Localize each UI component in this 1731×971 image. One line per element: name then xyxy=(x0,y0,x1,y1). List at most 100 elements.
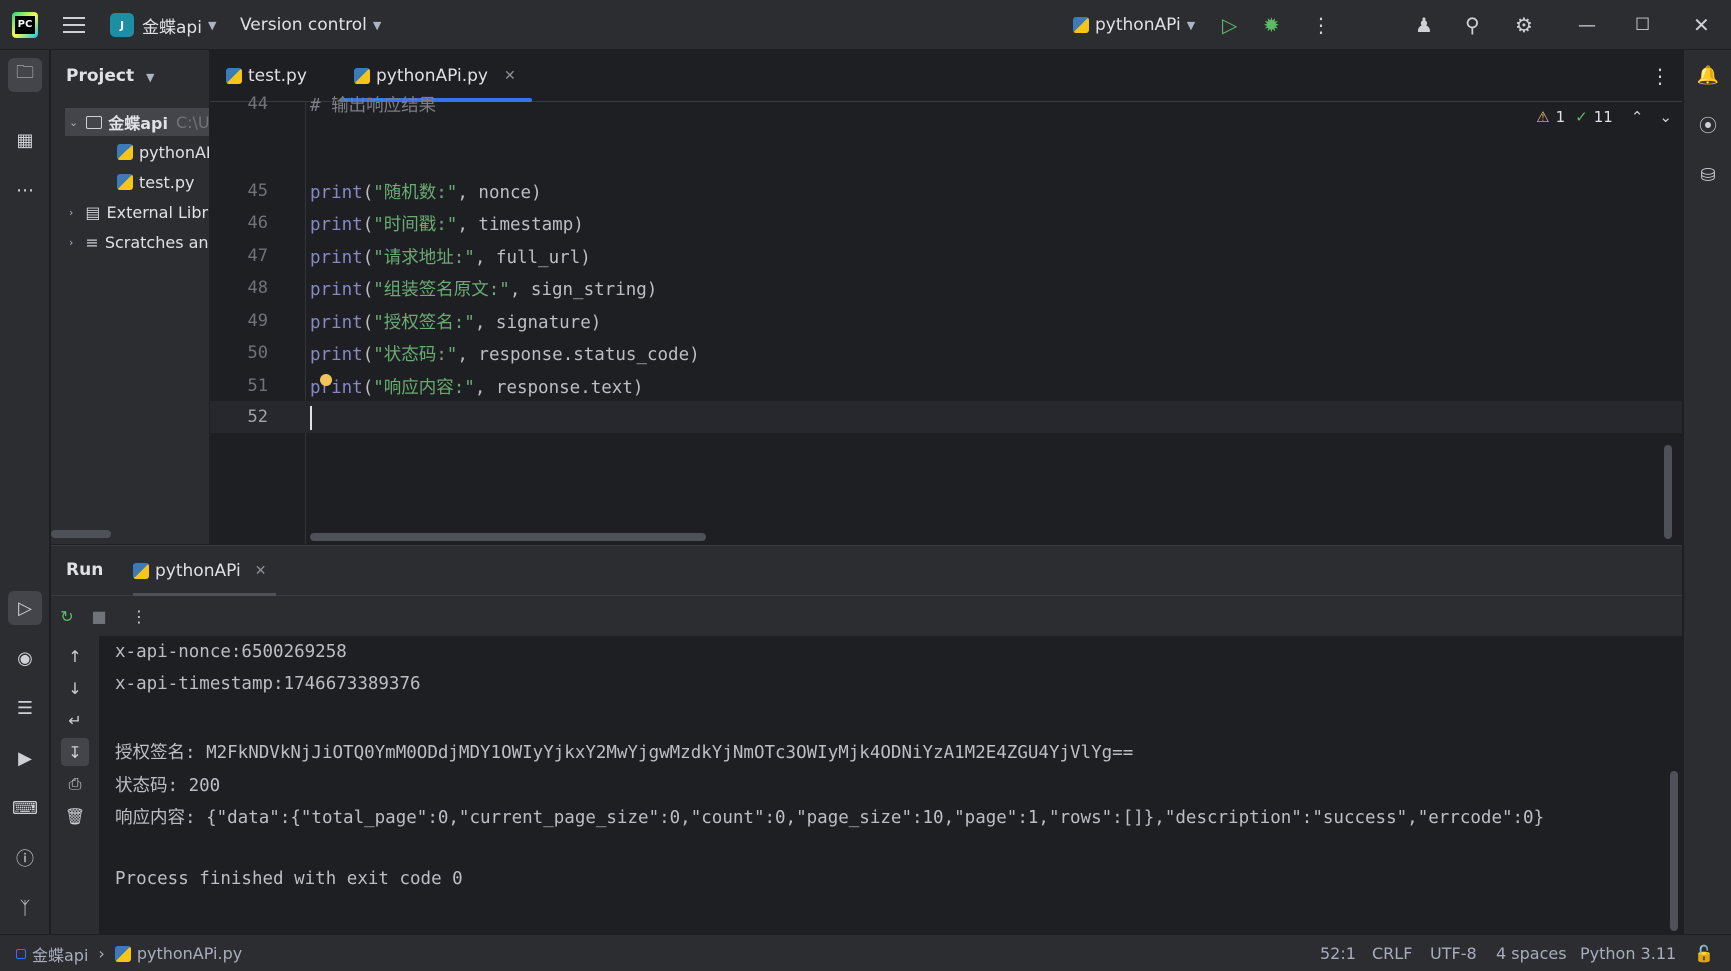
console-scrollbar[interactable] xyxy=(1670,771,1678,931)
tree-item-root[interactable]: ⌄ 金蝶api C:\U xyxy=(65,108,209,136)
file-encoding[interactable]: UTF-8 xyxy=(1430,935,1477,971)
print-button[interactable]: ⎙ xyxy=(61,770,89,798)
app-logo-icon[interactable] xyxy=(12,0,38,50)
lightbulb-icon[interactable] xyxy=(320,374,332,386)
structure-tool-button[interactable]: ▦ xyxy=(8,123,42,157)
rerun-icon: ↻ xyxy=(60,606,74,626)
bell-icon: 🔔 xyxy=(1696,64,1720,86)
project-panel-scrollbar[interactable] xyxy=(51,530,111,538)
clear-console-button[interactable]: 🗑 xyxy=(61,802,89,830)
minimize-icon: — xyxy=(1578,14,1596,36)
chevron-up-icon[interactable]: ⌃ xyxy=(1631,108,1644,126)
indent-setting[interactable]: 4 spaces xyxy=(1496,935,1567,971)
vcs-menu[interactable]: Version control ▼ xyxy=(240,0,381,50)
code-rest: , nonce) xyxy=(457,182,542,203)
terminal-tool-button[interactable]: ⌨ xyxy=(8,791,42,825)
line-number: 48 xyxy=(247,278,268,298)
editor-horizontal-scrollbar[interactable] xyxy=(310,533,706,541)
file-label: pythonAPi.py xyxy=(139,142,209,162)
code-rest: , response.status_code) xyxy=(457,344,700,365)
project-tool-button[interactable]: 🗀 xyxy=(8,58,42,92)
tab-options-button[interactable]: ⋮ xyxy=(1650,50,1670,102)
run-button[interactable]: ▷ xyxy=(1222,0,1237,50)
notifications-button[interactable]: 🔔 xyxy=(1691,58,1725,92)
code-with-me-button[interactable]: ♟ xyxy=(1415,0,1433,50)
wrap-icon: ↵ xyxy=(68,710,82,730)
console-output[interactable]: x-api-nonce:6500269258 x-api-timestamp:1… xyxy=(99,636,1674,935)
project-switcher[interactable]: J 金蝶api ▼ xyxy=(110,0,216,50)
close-icon: ✕ xyxy=(1693,13,1710,37)
layers-icon: ☰ xyxy=(16,697,34,719)
tree-item-file[interactable]: pythonAPi.py xyxy=(117,138,209,166)
python-interpreter[interactable]: Python 3.11 xyxy=(1580,935,1676,971)
close-window-button[interactable]: ✕ xyxy=(1693,0,1710,50)
database-button[interactable]: ⛁ xyxy=(1691,158,1725,192)
inspection-widget[interactable]: ⚠ 1 ✓ 11 ⌃ ⌄ xyxy=(1536,108,1672,126)
builtin-print: print xyxy=(310,312,363,333)
external-libraries-label: External Libraries xyxy=(106,202,209,222)
run-tool-button[interactable]: ▷ xyxy=(8,591,42,625)
maximize-button[interactable]: ☐ xyxy=(1635,0,1650,50)
python-file-icon xyxy=(117,144,133,160)
breadcrumb-file[interactable]: pythonAPi.py xyxy=(137,944,242,963)
console-line: x-api-nonce:6500269258 xyxy=(115,642,347,662)
hamburger-icon xyxy=(63,17,85,33)
python-icon xyxy=(133,563,149,579)
scroll-up-button[interactable]: ↑ xyxy=(61,642,89,670)
trash-icon: 🗑 xyxy=(64,806,86,826)
run-panel-title: Run xyxy=(66,560,104,580)
run-panel: Run pythonAPi ✕ ↻ ■ ⋮ ↑ ↓ ↵ ↧ ⎙ 🗑 x-api-… xyxy=(51,545,1682,935)
tree-item-scratches[interactable]: › ≡ Scratches and Consoles xyxy=(69,228,209,256)
main-menu-button[interactable] xyxy=(63,0,85,50)
python-console-tool-button[interactable]: ◉ xyxy=(8,641,42,675)
line-separator[interactable]: CRLF xyxy=(1372,935,1412,971)
python-file-icon xyxy=(117,174,133,190)
git-tool-button[interactable]: ᛉ xyxy=(8,891,42,925)
chevron-down-icon: ▼ xyxy=(146,71,155,84)
scroll-to-end-button[interactable]: ↧ xyxy=(61,738,89,766)
caret-position[interactable]: 52:1 xyxy=(1320,935,1356,971)
breadcrumb-project[interactable]: 金蝶api xyxy=(32,942,88,966)
builtin-print: print xyxy=(310,182,363,203)
tree-item-external-libraries[interactable]: › ▤ External Libraries xyxy=(69,198,209,226)
rerun-button[interactable]: ↻ xyxy=(55,604,79,628)
close-icon[interactable]: ✕ xyxy=(504,68,516,84)
run-config-selector[interactable]: pythonAPi ▼ xyxy=(1073,0,1195,50)
string-literal: "响应内容:" xyxy=(373,377,475,398)
stop-button[interactable]: ■ xyxy=(87,604,111,628)
ai-assistant-button[interactable]: ⦿ xyxy=(1691,108,1725,142)
more-actions-button[interactable]: ⋮ xyxy=(1311,0,1331,50)
more-tools-button[interactable]: ⋯ xyxy=(8,173,42,207)
settings-button[interactable]: ⚙ xyxy=(1515,0,1533,50)
current-line-highlight xyxy=(210,401,1682,433)
folder-icon: 🗀 xyxy=(16,62,34,83)
printer-icon: ⎙ xyxy=(68,774,82,793)
services-tool-button[interactable]: ▶ xyxy=(8,741,42,775)
string-literal: "授权签名:" xyxy=(373,312,475,333)
editor-vertical-scrollbar[interactable] xyxy=(1664,445,1672,539)
problems-tool-button[interactable]: ⓘ xyxy=(8,841,42,875)
python-packages-tool-button[interactable]: ☰ xyxy=(8,691,42,725)
soft-wrap-button[interactable]: ↵ xyxy=(61,706,89,734)
chevron-down-icon[interactable]: ⌄ xyxy=(1659,108,1672,126)
builtin-print: print xyxy=(310,214,363,235)
close-icon[interactable]: ✕ xyxy=(255,563,267,579)
console-line: x-api-timestamp:1746673389376 xyxy=(115,674,421,694)
tree-item-file[interactable]: test.py xyxy=(117,168,194,196)
debug-button[interactable]: ✹ xyxy=(1263,0,1280,50)
search-everywhere-button[interactable]: ⚲ xyxy=(1465,0,1480,50)
read-only-toggle[interactable]: 🔓 xyxy=(1694,935,1714,971)
ai-assistant-icon: ⦿ xyxy=(1699,116,1717,137)
scroll-down-button[interactable]: ↓ xyxy=(61,674,89,702)
run-more-button[interactable]: ⋮ xyxy=(127,604,151,628)
line-number: 44 xyxy=(247,94,268,114)
run-tab-pythonapi[interactable]: pythonAPi ✕ xyxy=(133,546,277,596)
chevron-right-icon: › xyxy=(98,944,105,963)
arrow-up-icon: ↑ xyxy=(68,646,82,666)
root-folder-path: C:\U xyxy=(175,112,209,132)
editor: test.py pythonAPi.py ✕ ⋮ ⚠ 1 ✓ 11 ⌃ ⌄ 44… xyxy=(210,50,1682,544)
minimize-button[interactable]: — xyxy=(1578,0,1596,50)
string-literal: "时间戳:" xyxy=(373,214,458,235)
project-panel-header[interactable]: Project ▼ xyxy=(66,66,154,86)
code-line[interactable]: 44 # 输出响应结果 xyxy=(210,90,810,118)
